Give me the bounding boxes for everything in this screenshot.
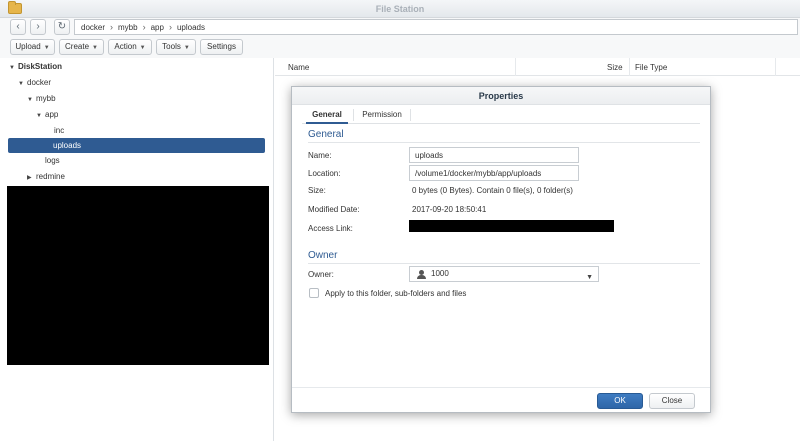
location-field[interactable] bbox=[409, 165, 579, 181]
name-label: Name: bbox=[308, 151, 332, 160]
tree-item-label: app bbox=[45, 110, 59, 119]
tree-item-label: redmine bbox=[36, 172, 65, 181]
chevron-right-icon: › bbox=[142, 22, 146, 32]
tree-item-uploads[interactable]: uploads bbox=[8, 138, 265, 153]
tab-general[interactable]: General bbox=[306, 107, 348, 124]
column-name[interactable]: Name bbox=[288, 63, 309, 72]
breadcrumb-item[interactable]: docker bbox=[81, 23, 105, 32]
settings-button[interactable]: Settings bbox=[200, 39, 243, 55]
location-label: Location: bbox=[308, 169, 341, 178]
properties-dialog: Properties General Permission General Na… bbox=[291, 86, 711, 413]
owner-select[interactable]: 1000 ▼ bbox=[409, 266, 599, 282]
column-divider bbox=[775, 58, 776, 76]
access-link-label: Access Link: bbox=[308, 224, 353, 233]
tree-item-inc[interactable]: inc bbox=[54, 124, 64, 138]
tree-item-label: mybb bbox=[36, 94, 56, 103]
create-label: Create bbox=[65, 42, 90, 51]
chevron-left-icon: ‹ bbox=[16, 21, 20, 32]
column-header: Name Size File Type bbox=[275, 58, 800, 76]
section-divider bbox=[308, 142, 700, 143]
column-divider bbox=[515, 58, 516, 76]
refresh-button[interactable]: ↻ bbox=[54, 19, 70, 35]
breadcrumb[interactable]: docker › mybb › app › uploads bbox=[74, 19, 798, 35]
apply-recursive-label: Apply to this folder, sub-folders and fi… bbox=[325, 289, 467, 298]
action-button[interactable]: Action ▼ bbox=[108, 39, 152, 55]
window-title: File Station bbox=[375, 4, 425, 14]
column-size[interactable]: Size bbox=[607, 63, 623, 72]
breadcrumb-item[interactable]: uploads bbox=[177, 23, 205, 32]
breadcrumb-item[interactable]: mybb bbox=[118, 23, 138, 32]
modified-date-value: 2017-09-20 18:50:41 bbox=[412, 205, 487, 214]
caret-down-icon: ▼ bbox=[183, 45, 190, 51]
access-link-redacted bbox=[409, 220, 614, 232]
tab-divider bbox=[410, 109, 411, 121]
name-field[interactable] bbox=[409, 147, 579, 163]
chevron-right-icon: › bbox=[36, 21, 40, 32]
settings-label: Settings bbox=[207, 42, 236, 51]
caret-down-icon: ▼ bbox=[92, 45, 98, 51]
caret-down-icon: ▼ bbox=[36, 113, 42, 119]
create-button[interactable]: Create ▼ bbox=[59, 39, 104, 55]
tree-item-label: DiskStation bbox=[18, 62, 63, 71]
redacted-area bbox=[7, 186, 269, 365]
apply-recursive-checkbox[interactable] bbox=[309, 288, 319, 298]
modified-date-label: Modified Date: bbox=[308, 205, 360, 214]
caret-right-icon: ▶ bbox=[27, 175, 32, 181]
caret-down-icon: ▼ bbox=[586, 274, 593, 281]
tree-item-label: docker bbox=[27, 78, 52, 87]
caret-down-icon: ▼ bbox=[9, 65, 15, 71]
upload-button[interactable]: Upload ▼ bbox=[10, 39, 55, 55]
caret-down-icon: ▼ bbox=[139, 45, 146, 51]
column-divider bbox=[629, 58, 630, 76]
chevron-right-icon: › bbox=[168, 22, 172, 32]
tab-divider bbox=[353, 109, 354, 121]
title-bar: File Station bbox=[0, 0, 800, 18]
folder-tree: ▼ DiskStation ▼ docker ▼ mybb ▼ app inc uplo… bbox=[0, 58, 274, 441]
caret-down-icon: ▼ bbox=[27, 97, 33, 103]
size-label: Size: bbox=[308, 186, 326, 195]
section-divider bbox=[308, 263, 700, 264]
tree-item-label: inc bbox=[54, 126, 65, 135]
tree-item-docker[interactable]: ▼ docker bbox=[18, 76, 51, 90]
ok-button[interactable]: OK bbox=[597, 393, 643, 409]
footer-divider bbox=[292, 387, 710, 388]
user-icon bbox=[417, 269, 426, 279]
owner-label: Owner: bbox=[308, 270, 334, 279]
tree-item-app[interactable]: ▼ app bbox=[36, 108, 58, 122]
refresh-icon: ↻ bbox=[57, 21, 67, 32]
upload-label: Upload bbox=[15, 42, 41, 51]
forward-button[interactable]: › bbox=[30, 19, 46, 35]
tree-item-mybb[interactable]: ▼ mybb bbox=[27, 92, 56, 106]
tools-label: Tools bbox=[162, 42, 181, 51]
size-value: 0 bytes (0 Bytes). Contain 0 file(s), 0 … bbox=[412, 186, 573, 195]
section-general-title: General bbox=[308, 129, 344, 140]
tree-item-logs[interactable]: logs bbox=[45, 154, 60, 168]
caret-down-icon: ▼ bbox=[43, 45, 50, 51]
toolbar: Upload ▼ Create ▼ Action ▼ Tools ▼ Settings bbox=[0, 38, 800, 58]
chevron-right-icon: › bbox=[110, 22, 114, 32]
column-file-type[interactable]: File Type bbox=[635, 63, 667, 72]
tab-permission[interactable]: Permission bbox=[358, 107, 406, 124]
breadcrumb-item[interactable]: app bbox=[151, 23, 164, 32]
tree-item-diskstation[interactable]: ▼ DiskStation bbox=[9, 60, 62, 74]
dialog-title: Properties bbox=[292, 87, 710, 105]
close-button[interactable]: Close bbox=[649, 393, 695, 409]
caret-down-icon: ▼ bbox=[18, 81, 24, 87]
tree-item-redmine[interactable]: ▶ redmine bbox=[27, 170, 65, 184]
tab-bar: General Permission bbox=[302, 105, 700, 124]
section-owner-title: Owner bbox=[308, 250, 338, 261]
owner-value: 1000 bbox=[431, 269, 449, 278]
tools-button[interactable]: Tools ▼ bbox=[156, 39, 196, 55]
tree-item-label: logs bbox=[45, 156, 60, 165]
action-label: Action bbox=[114, 42, 137, 51]
back-button[interactable]: ‹ bbox=[10, 19, 26, 35]
navigation-bar: ‹ › ↻ docker › mybb › app › uploads bbox=[0, 18, 800, 38]
